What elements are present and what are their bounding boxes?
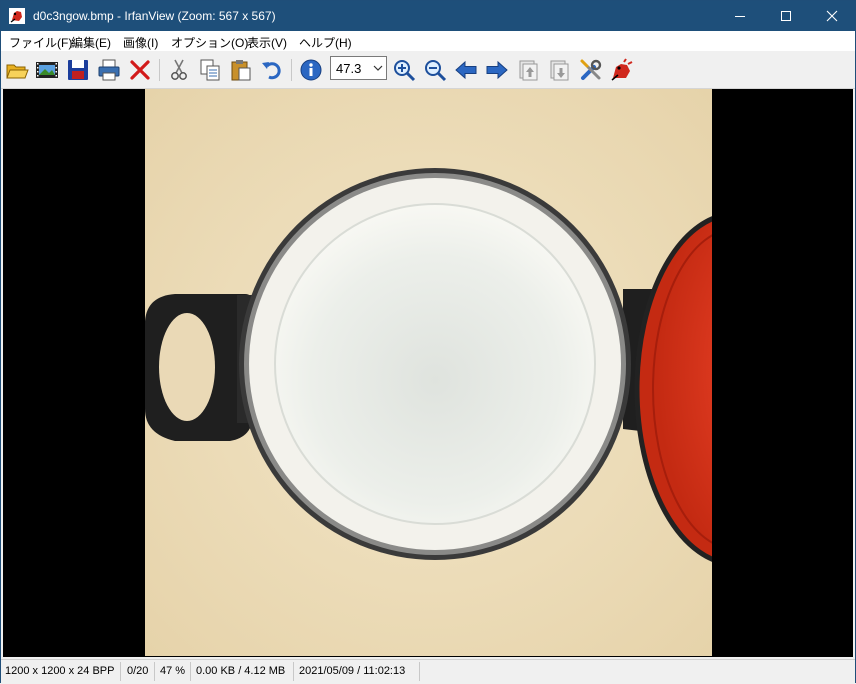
delete-icon: [130, 60, 150, 80]
status-zoom: 47 %: [160, 665, 186, 677]
zoom-combobox[interactable]: 47.3: [330, 56, 387, 80]
status-dimensions: 1200 x 1200 x 24 BPP: [5, 665, 115, 677]
undo-button[interactable]: [259, 57, 285, 83]
copy-icon: [200, 59, 220, 81]
paste-button[interactable]: [228, 57, 254, 83]
print-button[interactable]: [96, 57, 122, 83]
delete-button[interactable]: [127, 57, 153, 83]
zoom-in-button[interactable]: [391, 57, 417, 83]
zoom-in-icon: [394, 60, 416, 82]
slideshow-icon: [36, 62, 58, 78]
print-icon: [98, 59, 120, 81]
info-button[interactable]: [298, 57, 324, 83]
status-separator: [419, 662, 420, 681]
image-viewport[interactable]: [3, 89, 853, 657]
previous-button[interactable]: [453, 57, 479, 83]
toolbar-separator: [159, 59, 160, 81]
page-up-icon: [519, 60, 538, 81]
cut-button[interactable]: [166, 57, 192, 83]
zoom-value: 47.3: [336, 61, 362, 76]
zoom-out-button[interactable]: [422, 57, 448, 83]
toolbar-separator: [291, 59, 292, 81]
status-datetime: 2021/05/09 / 11:02:13: [299, 665, 406, 677]
about-icon: [611, 58, 633, 81]
minimize-icon: [735, 16, 745, 17]
cut-icon: [171, 59, 187, 80]
minimize-button[interactable]: [717, 1, 763, 31]
toolbar: [1, 52, 855, 89]
status-bar: 1200 x 1200 x 24 BPP 0/20 47 % 0.00 KB /…: [1, 659, 855, 684]
displayed-image: [145, 89, 712, 656]
title-bar[interactable]: d0c3ngow.bmp - IrfanView (Zoom: 567 x 56…: [1, 1, 855, 31]
info-icon: [300, 59, 322, 81]
save-button[interactable]: [65, 57, 91, 83]
menu-options[interactable]: オプション(O): [171, 34, 248, 51]
status-filesize: 0.00 KB / 4.12 MB: [196, 665, 286, 677]
paste-icon: [231, 60, 251, 81]
settings-button[interactable]: [578, 57, 604, 83]
menu-view[interactable]: 表示(V): [247, 34, 287, 51]
close-icon: [826, 10, 838, 22]
maximize-button[interactable]: [763, 1, 809, 31]
chevron-down-icon[interactable]: [373, 64, 383, 72]
maximize-icon: [781, 11, 791, 21]
status-position: 0/20: [127, 665, 149, 677]
about-button[interactable]: [609, 57, 635, 83]
menu-image[interactable]: 画像(I): [123, 34, 158, 51]
page-down-button[interactable]: [546, 57, 572, 83]
menu-help[interactable]: ヘルプ(H): [299, 34, 352, 51]
open-button[interactable]: [4, 57, 30, 83]
undo-icon: [262, 62, 281, 80]
status-separator: [120, 662, 121, 681]
save-icon: [68, 60, 88, 80]
zoom-out-icon: [425, 60, 447, 82]
status-separator: [293, 662, 294, 681]
status-separator: [154, 662, 155, 681]
next-button[interactable]: [484, 57, 510, 83]
irfanview-window: d0c3ngow.bmp - IrfanView (Zoom: 567 x 56…: [0, 0, 856, 684]
page-up-button[interactable]: [515, 57, 541, 83]
copy-button[interactable]: [197, 57, 223, 83]
page-down-icon: [550, 60, 569, 81]
previous-icon: [455, 60, 477, 80]
cooking-pot-photo: [145, 89, 712, 656]
menu-bar: ファイル(F) 編集(E) 画像(I) オプション(O) 表示(V) ヘルプ(H…: [1, 31, 855, 51]
settings-icon: [580, 59, 602, 80]
close-button[interactable]: [809, 1, 855, 31]
window-title: d0c3ngow.bmp - IrfanView (Zoom: 567 x 56…: [33, 9, 276, 23]
menu-file[interactable]: ファイル(F): [9, 34, 72, 51]
slideshow-button[interactable]: [34, 57, 60, 83]
next-icon: [486, 60, 508, 80]
menu-edit[interactable]: 編集(E): [71, 34, 111, 51]
status-separator: [190, 662, 191, 681]
open-folder-icon: [6, 64, 29, 79]
irfanview-app-icon[interactable]: [9, 8, 25, 24]
